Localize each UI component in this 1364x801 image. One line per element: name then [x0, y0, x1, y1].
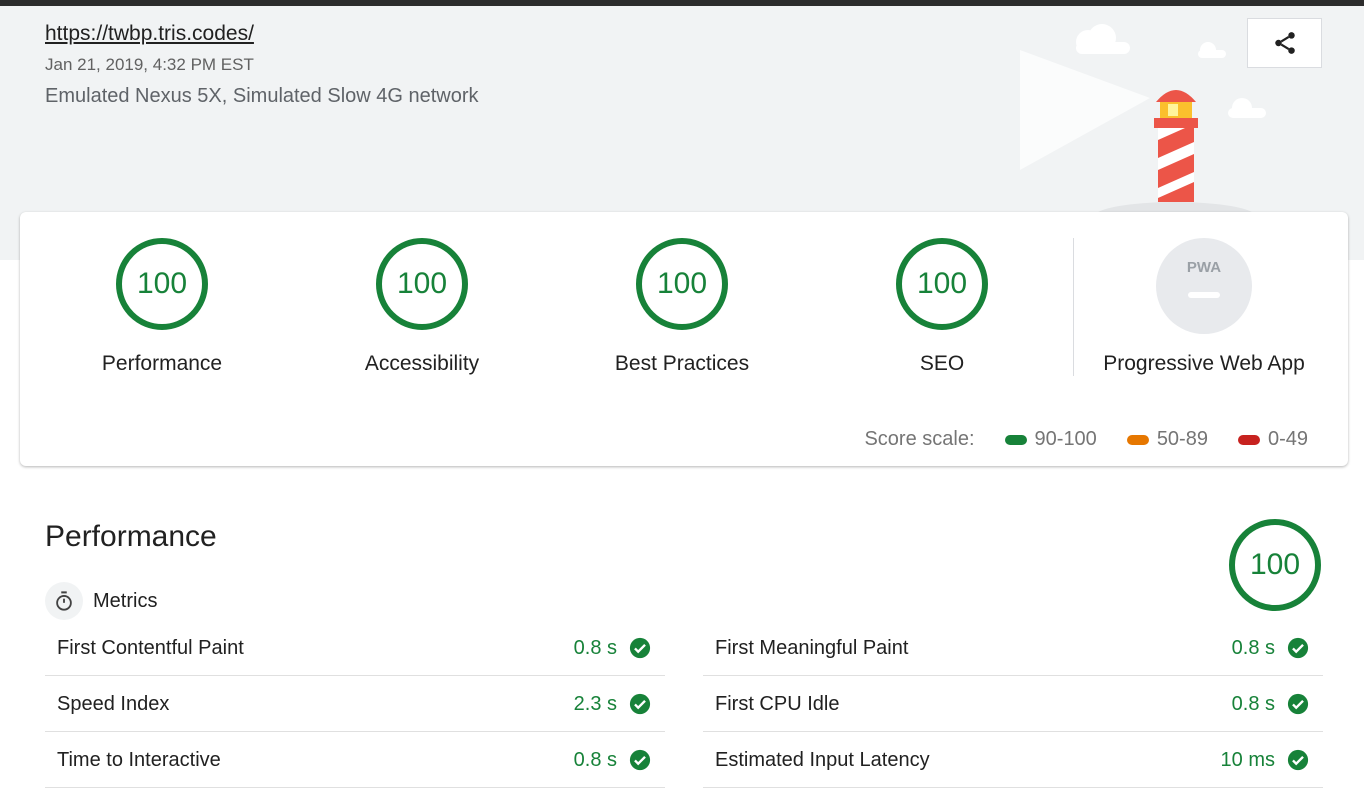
gauge-label: Progressive Web App	[1103, 352, 1305, 375]
gauge-label: SEO	[919, 352, 965, 375]
metric-row[interactable]: Estimated Input Latency 10 ms	[703, 733, 1323, 788]
metric-row[interactable]: Speed Index 2.3 s	[45, 677, 665, 732]
gauge-label: Accessibility	[364, 352, 480, 375]
environment-info: Emulated Nexus 5X, Simulated Slow 4G net…	[45, 85, 479, 107]
stopwatch-icon	[45, 582, 83, 620]
score-scale: Score scale: 90-100 50-89 0-49	[864, 428, 1308, 451]
summary-card: 100 Performance 100 Accessibility 100 Be…	[20, 212, 1348, 466]
check-circle-icon	[1287, 749, 1309, 771]
scale-fail-text: 0-49	[1267, 428, 1308, 450]
metric-name: First CPU Idle	[715, 692, 840, 715]
metric-name: Estimated Input Latency	[715, 748, 930, 771]
metric-name: Time to Interactive	[57, 748, 221, 771]
performance-section-title: Performance	[45, 520, 217, 553]
pwa-badge-icon: PWA	[1156, 238, 1252, 334]
check-circle-icon	[1287, 637, 1309, 659]
lighthouse-illustration	[1020, 24, 1266, 220]
metric-row[interactable]: First Meaningful Paint 0.8 s	[703, 621, 1323, 676]
pass-pill-icon	[1004, 434, 1027, 445]
scale-pass: 90-100	[1004, 428, 1097, 451]
gauge-pwa[interactable]: PWA Progressive Web App	[1083, 238, 1325, 376]
gauge-accessibility[interactable]: 100 Accessibility	[292, 238, 552, 376]
scale-fail: 0-49	[1237, 428, 1308, 451]
gauge-divider	[1073, 238, 1074, 376]
scale-pass-text: 90-100	[1034, 428, 1097, 450]
gauge-score: 100	[116, 238, 208, 330]
average-pill-icon	[1126, 434, 1149, 445]
report-date: Jan 21, 2019, 4:32 PM EST	[45, 55, 254, 74]
metric-value: 2.3 s	[573, 692, 617, 715]
gauge-best-practices[interactable]: 100 Best Practices	[552, 238, 812, 376]
gauge-seo[interactable]: 100 SEO	[812, 238, 1072, 376]
gauge-performance[interactable]: 100 Performance	[32, 238, 292, 376]
performance-score-gauge[interactable]: 100	[1229, 519, 1321, 611]
metric-value: 0.8 s	[1231, 636, 1275, 659]
metrics-title: Metrics	[93, 589, 158, 612]
metric-value: 0.8 s	[573, 748, 617, 771]
gauge-label: Best Practices	[614, 352, 750, 375]
check-circle-icon	[629, 693, 651, 715]
scale-average: 50-89	[1126, 428, 1208, 451]
report-url-link[interactable]: https://twbp.tris.codes/	[45, 22, 254, 46]
metrics-header: Metrics	[45, 582, 157, 620]
metric-row[interactable]: First Contentful Paint 0.8 s	[45, 621, 665, 676]
metric-row[interactable]: First CPU Idle 0.8 s	[703, 677, 1323, 732]
metric-name: First Contentful Paint	[57, 636, 244, 659]
check-circle-icon	[629, 637, 651, 659]
metric-name: Speed Index	[57, 692, 170, 715]
gauge-score: 100	[896, 238, 988, 330]
score-scale-label: Score scale:	[864, 428, 975, 450]
fail-pill-icon	[1237, 434, 1260, 445]
metric-value: 0.8 s	[573, 636, 617, 659]
gauge-score: 100	[376, 238, 468, 330]
pwa-dash	[1188, 291, 1220, 298]
pwa-badge-text: PWA	[1186, 258, 1222, 276]
check-circle-icon	[1287, 693, 1309, 715]
metric-row[interactable]: Time to Interactive 0.8 s	[45, 733, 665, 788]
gauge-label: Performance	[101, 352, 223, 375]
gauge-score: 100	[636, 238, 728, 330]
check-circle-icon	[629, 749, 651, 771]
metric-value: 10 ms	[1220, 748, 1275, 771]
metric-name: First Meaningful Paint	[715, 636, 909, 659]
metric-value: 0.8 s	[1231, 692, 1275, 715]
scale-average-text: 50-89	[1156, 428, 1208, 450]
